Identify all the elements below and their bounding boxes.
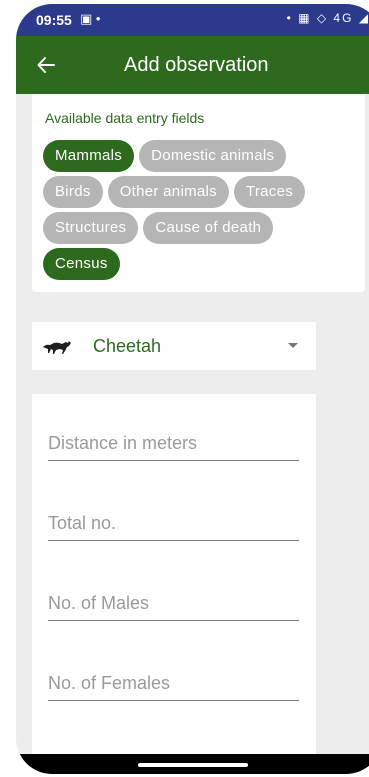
chip-row: Census — [43, 248, 343, 280]
notification-icons: ▣ • — [80, 11, 101, 26]
chip-row: Structures Cause of death — [43, 212, 343, 244]
females-field-container — [48, 666, 299, 701]
males-field-container — [48, 586, 299, 621]
page-title: Add observation — [124, 54, 269, 76]
species-value: Cheetah — [93, 336, 162, 356]
chip-row: Mammals Domestic animals — [43, 140, 343, 172]
chip-other-animals[interactable]: Other animals — [107, 176, 229, 208]
home-gesture-handle[interactable] — [138, 763, 248, 767]
back-button[interactable] — [30, 49, 62, 81]
total-count-input[interactable] — [48, 506, 299, 540]
chevron-down-icon — [288, 343, 298, 348]
phone-frame: 09:55 ▣ • • ▦ ◇ 4G ◢ Add observation Ava… — [0, 0, 369, 777]
app-screen: 09:55 ▣ • • ▦ ◇ 4G ◢ Add observation Ava… — [16, 4, 369, 774]
content-area: Available data entry fields Mammals Dome… — [16, 94, 369, 774]
distance-field-container — [48, 426, 299, 461]
males-count-input[interactable] — [48, 586, 299, 620]
chip-census[interactable]: Census — [43, 248, 120, 280]
chip-domestic-animals[interactable]: Domestic animals — [139, 140, 287, 172]
system-navigation-bar — [16, 754, 369, 774]
cheetah-icon — [43, 341, 71, 354]
data-entry-fields-title: Available data entry fields — [45, 110, 205, 126]
species-dropdown[interactable]: Cheetah — [32, 322, 316, 370]
data-entry-fields-card: Available data entry fields Mammals Dome… — [32, 94, 365, 292]
field-chip-group: Mammals Domestic animals Birds Other ani… — [43, 140, 343, 284]
chip-row: Birds Other animals Traces — [43, 176, 343, 208]
status-time: 09:55 — [36, 12, 72, 28]
census-form-card — [32, 394, 316, 774]
status-bar: 09:55 ▣ • • ▦ ◇ 4G ◢ — [16, 4, 369, 36]
females-count-input[interactable] — [48, 666, 299, 700]
distance-input[interactable] — [48, 426, 299, 460]
chip-birds[interactable]: Birds — [43, 176, 103, 208]
chip-cause-of-death[interactable]: Cause of death — [143, 212, 274, 244]
total-field-container — [48, 506, 299, 541]
system-status-icons: • ▦ ◇ 4G ◢ — [286, 11, 369, 25]
chip-traces[interactable]: Traces — [233, 176, 306, 208]
chip-mammals[interactable]: Mammals — [43, 140, 135, 172]
chip-structures[interactable]: Structures — [43, 212, 139, 244]
arrow-left-icon — [37, 57, 55, 73]
app-bar: Add observation — [16, 36, 369, 94]
